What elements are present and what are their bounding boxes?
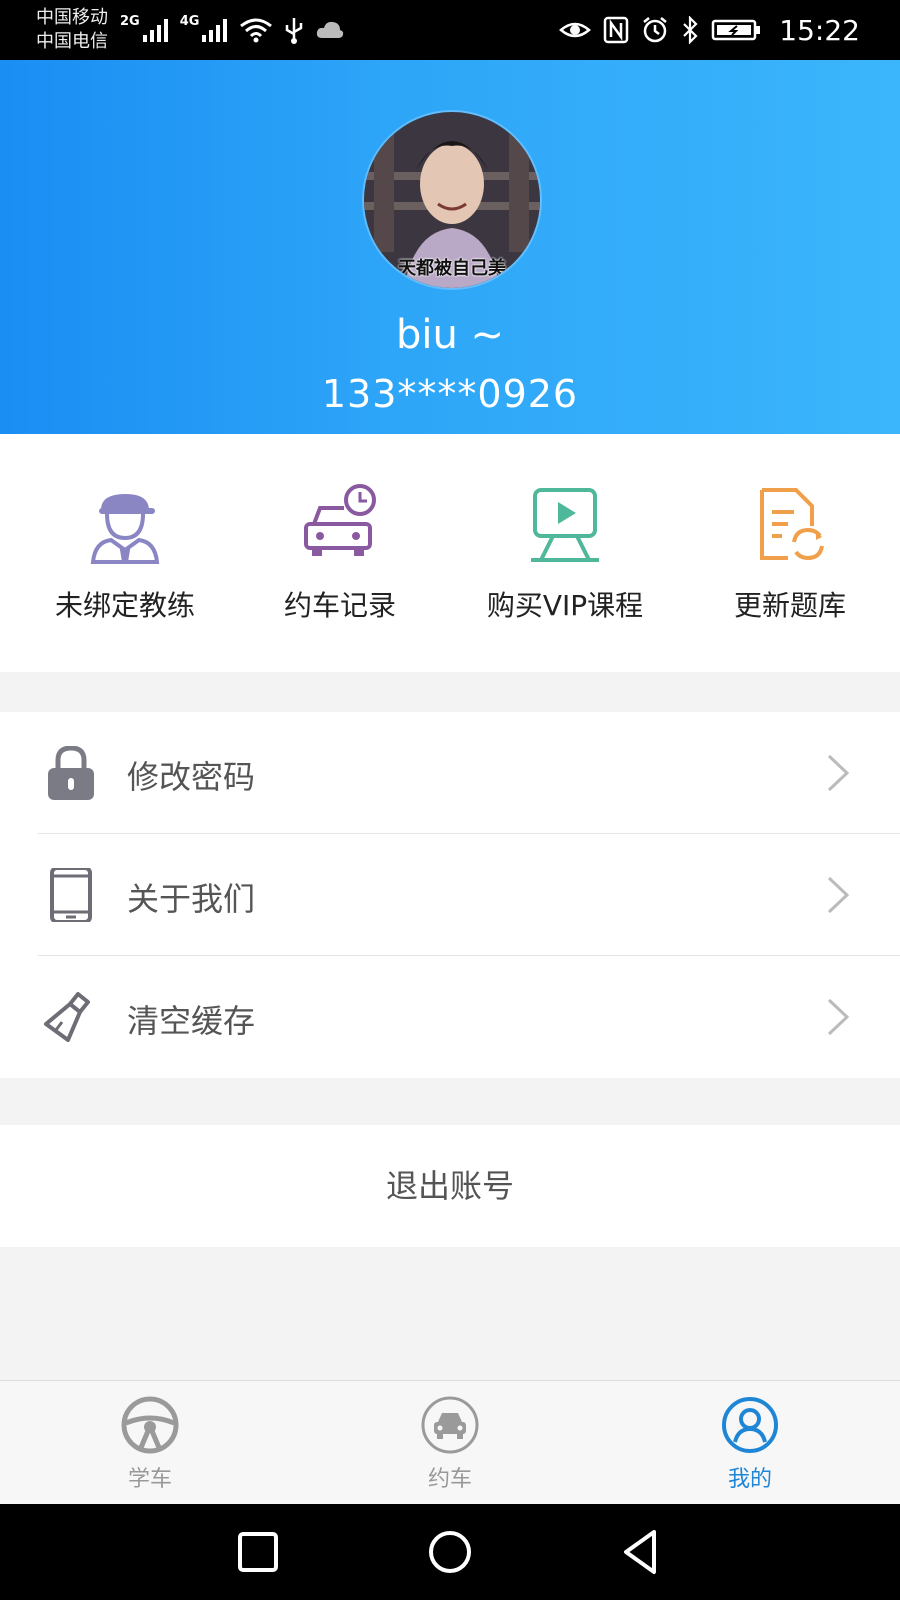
status-right-icons: 15:22	[559, 10, 860, 50]
quick-action-label: 购买VIP课程	[486, 589, 644, 622]
chevron-right-icon	[826, 875, 850, 915]
carrier-info: 中国移动 中国电信	[36, 6, 108, 54]
nfc-icon	[603, 16, 629, 44]
menu-item-label: 关于我们	[127, 880, 256, 918]
back-button[interactable]	[614, 1524, 670, 1580]
chevron-right-icon	[826, 997, 850, 1037]
logout-button[interactable]: 退出账号	[0, 1125, 900, 1247]
menu-item-label: 修改密码	[127, 758, 256, 796]
quick-action-vip-course[interactable]: 购买VIP课程	[455, 484, 675, 624]
tab-book-car[interactable]: 约车	[370, 1395, 530, 1493]
settings-menu: 修改密码 关于我们 清空缓存	[0, 712, 900, 1078]
tab-label: 我的	[727, 1467, 772, 1492]
home-button[interactable]	[422, 1524, 478, 1580]
brush-icon	[44, 990, 98, 1044]
signal-icon	[142, 17, 170, 43]
user-phone: 133****0926	[321, 372, 579, 416]
cloud-icon	[315, 19, 345, 41]
battery-charging-icon	[711, 18, 761, 42]
video-course-icon	[525, 484, 605, 564]
avatar-caption: 天都被自己美	[398, 258, 506, 279]
bottom-tab-bar: 学车 约车 我的	[0, 1380, 900, 1505]
quick-action-update-questions[interactable]: 更新题库	[680, 484, 900, 624]
usb-icon	[283, 15, 305, 45]
triangle-back-icon	[624, 1530, 656, 1574]
menu-item-clear-cache[interactable]: 清空缓存	[0, 956, 900, 1078]
menu-item-about-us[interactable]: 关于我们	[0, 834, 900, 956]
quick-action-label: 更新题库	[733, 589, 846, 622]
circle-icon	[429, 1531, 471, 1573]
carrier-2: 中国电信	[36, 31, 108, 52]
user-name: biu ~	[395, 312, 505, 358]
steering-wheel-icon	[120, 1395, 180, 1455]
square-icon	[238, 1532, 278, 1572]
tab-label: 学车	[127, 1467, 172, 1492]
eye-comfort-icon	[559, 18, 592, 42]
signal-icon-2	[201, 17, 229, 43]
phone-icon	[44, 866, 98, 924]
car-clock-icon	[300, 484, 380, 564]
quick-action-label: 未绑定教练	[54, 589, 195, 622]
quick-action-coach[interactable]: 未绑定教练	[15, 484, 235, 624]
clock-time: 15:22	[779, 13, 860, 47]
network-type-1: 2G	[120, 14, 140, 29]
alarm-icon	[641, 16, 669, 44]
lock-icon	[44, 745, 98, 800]
status-bar: 中国移动 中国电信 2G 4G 15:22	[0, 0, 900, 60]
tab-label: 约车	[427, 1467, 472, 1492]
user-icon	[720, 1395, 780, 1455]
system-nav-bar	[0, 1504, 900, 1600]
menu-item-label: 清空缓存	[127, 1002, 256, 1040]
tab-learn-driving[interactable]: 学车	[70, 1395, 230, 1493]
quick-action-label: 约车记录	[283, 589, 396, 622]
avatar[interactable]: 天都被自己美	[362, 110, 542, 290]
status-left-icons: 2G 4G	[120, 10, 345, 50]
quick-actions: 未绑定教练 约车记录 购买VIP课程 更新题库	[0, 434, 900, 672]
carrier-1: 中国移动	[36, 7, 108, 28]
tab-mine[interactable]: 我的	[670, 1395, 830, 1493]
profile-header: 天都被自己美 biu ~ 133****0926	[0, 60, 900, 434]
menu-item-change-password[interactable]: 修改密码	[0, 712, 900, 834]
chevron-right-icon	[826, 753, 850, 793]
bluetooth-icon	[681, 16, 699, 44]
quick-action-booking-records[interactable]: 约车记录	[230, 484, 450, 624]
update-doc-icon	[750, 484, 830, 564]
recent-apps-button[interactable]	[230, 1524, 286, 1580]
coach-icon	[85, 484, 165, 564]
wifi-icon	[239, 16, 273, 44]
car-icon	[420, 1395, 480, 1455]
network-type-2: 4G	[179, 14, 200, 29]
